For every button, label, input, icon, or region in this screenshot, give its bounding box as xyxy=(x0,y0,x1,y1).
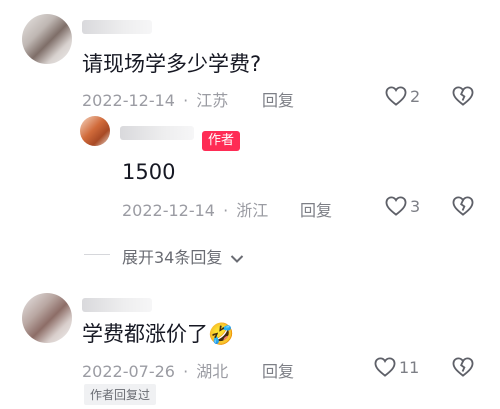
expand-replies-button[interactable]: 展开34条回复 xyxy=(122,244,244,268)
reply-button[interactable]: 回复 xyxy=(262,358,294,382)
laughing-emoji: 🤣 xyxy=(208,322,235,346)
divider xyxy=(84,254,110,255)
like-count: 2 xyxy=(410,87,421,106)
reply-button[interactable]: 回复 xyxy=(300,197,332,221)
comment-text: 学费都涨价了🤣 xyxy=(82,322,235,346)
author-replied-tag: 作者回复过 xyxy=(84,384,157,405)
comment-text: 请现场学多少学费? xyxy=(82,52,262,76)
broken-heart-icon[interactable] xyxy=(452,86,474,106)
heart-outline-icon[interactable] xyxy=(385,196,407,216)
comment-date: 2022-07-26 xyxy=(82,362,175,381)
username-blurred[interactable] xyxy=(120,126,194,140)
username-blurred[interactable] xyxy=(82,20,152,34)
comment-location: 湖北 xyxy=(196,362,229,381)
comment-text: 1500 xyxy=(122,160,176,184)
reply-button[interactable]: 回复 xyxy=(262,87,294,111)
comment-location: 江苏 xyxy=(196,91,229,110)
avatar[interactable] xyxy=(80,116,110,146)
avatar[interactable] xyxy=(22,14,72,64)
heart-outline-icon[interactable] xyxy=(374,357,396,377)
comment-meta: 2022-07-26 · 湖北 xyxy=(82,362,229,381)
username-blurred[interactable] xyxy=(82,298,152,312)
comment-date: 2022-12-14 xyxy=(82,91,175,110)
avatar[interactable] xyxy=(22,293,72,343)
like-count: 3 xyxy=(410,197,421,216)
heart-outline-icon[interactable] xyxy=(385,86,407,106)
comment-date: 2022-12-14 xyxy=(122,201,215,220)
broken-heart-icon[interactable] xyxy=(452,196,474,216)
expand-replies-label: 展开34条回复 xyxy=(122,248,223,267)
chevron-down-icon xyxy=(230,254,244,264)
like-count: 11 xyxy=(399,358,420,377)
author-badge: 作者 xyxy=(202,131,241,151)
broken-heart-icon[interactable] xyxy=(452,357,474,377)
comment-location: 浙江 xyxy=(236,201,269,220)
comment-meta: 2022-12-14 · 浙江 xyxy=(122,201,269,220)
comment-meta: 2022-12-14 · 江苏 xyxy=(82,91,229,110)
